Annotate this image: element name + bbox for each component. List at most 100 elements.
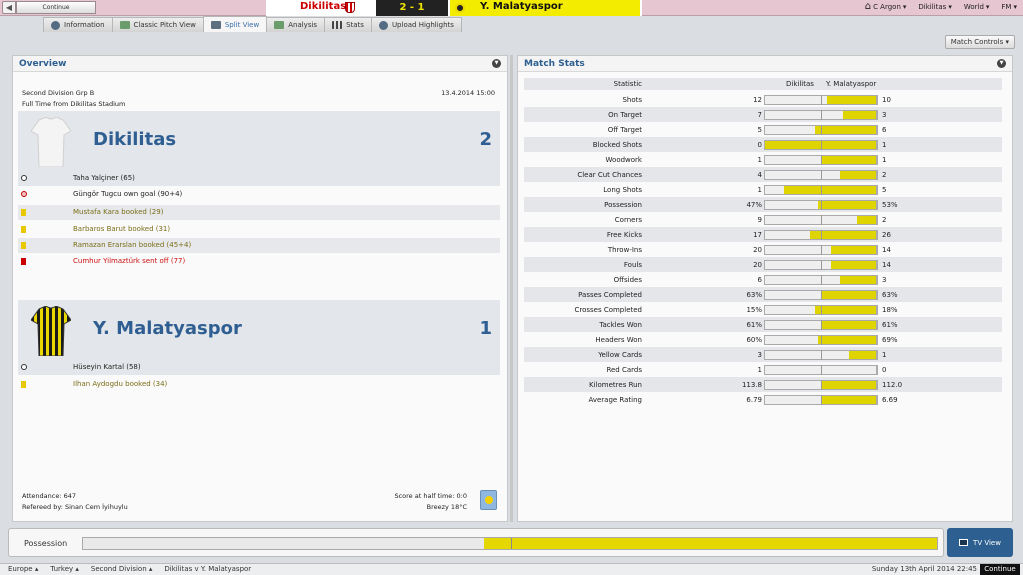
stat-away-value: 3 [882,276,887,284]
stat-row: Red Cards 1 0 [524,362,1002,377]
stat-bar [764,365,878,375]
crumb-europe[interactable]: Europe ▴ [8,565,38,573]
tab-information[interactable]: Information [43,17,113,32]
stat-home-value: 0 [757,141,762,149]
tab-split-view[interactable]: Split View [202,16,268,32]
stat-bar [764,125,878,135]
stat-bar [764,110,878,120]
stat-row: Corners 9 2 [524,212,1002,227]
stat-bar-away-fill [831,246,877,254]
stat-away-value: 112.0 [882,381,903,389]
stat-away-value: 14 [882,261,891,269]
stat-home-value: 9 [757,216,762,224]
stat-bar-midline [821,245,822,255]
stat-bar [764,215,878,225]
stat-label: Fouls [623,261,642,269]
stat-home-value: 20 [753,246,762,254]
stat-row: Throw-Ins 20 14 [524,242,1002,257]
stat-row: Free Kicks 17 26 [524,227,1002,242]
stat-bar-midline [821,125,822,135]
stat-row: Kilometres Run 113.8 112.0 [524,377,1002,392]
tab-stats[interactable]: Stats [324,17,372,32]
stat-bar [764,230,878,240]
stat-label: Corners [614,216,642,224]
yellow-card-icon [21,381,26,388]
stat-label: Yellow Cards [598,351,642,359]
weather-icon [480,490,497,510]
event-row: Cumhur Yilmaztürk sent off (77) [18,254,500,269]
possession-label: Possession [24,539,68,548]
overview-panel: Overview ▼ Second Division Grp B 13.4.20… [12,55,508,522]
stat-home-value: 6 [757,276,762,284]
possession-track [82,537,938,550]
home-shirt-icon [31,117,71,167]
stat-label: Possession [604,201,642,209]
away-goals: 1 [479,318,492,339]
stat-row: Headers Won 60% 69% [524,332,1002,347]
stat-row: Fouls 20 14 [524,257,1002,272]
crumb-turkey[interactable]: Turkey ▴ [50,565,79,573]
nav-fm[interactable]: FM ▾ [1001,3,1017,11]
event-row: Ramazan Erarslan booked (45+4) [18,238,500,253]
stat-home-value: 113.8 [741,381,762,389]
stat-home-value: 1 [757,186,762,194]
stat-label: Crosses Completed [574,306,642,314]
tab-upload-highlights[interactable]: Upload Highlights [370,17,462,32]
match-stats-panel: Match Stats ▼ Statistic Dikilitas Y. Mal… [517,55,1013,522]
stat-label: Throw-Ins [607,246,642,254]
panel-menu-icon[interactable]: ▼ [997,59,1006,68]
crumb-division[interactable]: Second Division ▴ [91,565,152,573]
col-away: Y. Malatyaspor [826,80,877,88]
stat-bar-away-fill [876,366,877,374]
event-row: Barbaros Barut booked (31) [18,222,500,237]
tab-analysis[interactable]: Analysis [266,17,326,32]
continue-button[interactable]: Continue [16,1,96,14]
continue-button-bottom[interactable]: Continue [980,564,1020,575]
stat-home-value: 63% [746,291,762,299]
back-button[interactable]: ◀ [2,1,16,14]
stat-label: On Target [608,111,642,119]
stat-home-value: 20 [753,261,762,269]
breadcrumb: Europe ▴ Turkey ▴ Second Division ▴ Diki… [8,565,251,573]
stats-table-header: Statistic Dikilitas Y. Malatyaspor [524,78,1002,90]
stat-home-value: 60% [746,336,762,344]
col-statistic: Statistic [613,80,642,88]
stat-home-value: 4 [757,171,762,179]
nav-manager[interactable]: ⌂ C Argon ▾ [865,2,907,12]
home-team-title: Dikilitas [93,129,177,150]
stat-away-value: 53% [882,201,898,209]
stat-bar-away-fill [821,291,877,299]
stat-bar-away-fill [840,276,877,284]
stat-away-value: 1 [882,156,887,164]
event-row: Taha Yalçiner (65) [18,171,500,186]
match-controls-button[interactable]: Match Controls ▾ [944,35,1015,49]
stat-bar-away-fill [817,336,877,344]
stat-away-value: 18% [882,306,898,314]
match-date: 13.4.2014 15:00 [441,89,495,97]
stat-bar-midline [821,350,822,360]
stat-home-value: 6.79 [746,396,762,404]
event-row: Mustafa Kara booked (29) [18,205,500,220]
chevron-left-icon: ◀ [5,3,13,12]
event-row: Hüseyin Kartal (58) [18,360,500,375]
tv-icon [959,539,969,546]
stat-bar-midline [821,170,822,180]
split-view-icon [210,20,221,29]
crumb-match[interactable]: Dikilitas v Y. Malatyaspor [164,565,251,573]
stat-label: Long Shots [603,186,642,194]
stat-bar-midline [821,380,822,390]
stat-away-value: 0 [882,366,887,374]
nav-world[interactable]: World ▾ [964,3,990,11]
stat-bar [764,380,878,390]
stat-home-value: 5 [757,126,762,134]
stat-home-value: 12 [753,96,762,104]
tab-classic-pitch-view[interactable]: Classic Pitch View [111,17,204,32]
event-row: Ilhan Aydogdu booked (34) [18,377,500,392]
tv-view-button[interactable]: TV View [947,528,1013,557]
stat-bar [764,95,878,105]
nav-club[interactable]: Dikilitas ▾ [918,3,951,11]
top-bar: ◀ Continue Dikilitas 2 - 1 Y. Malatyaspo… [0,0,1023,16]
stat-row: Yellow Cards 3 1 [524,347,1002,362]
stat-bar-away-fill [821,156,877,164]
panel-menu-icon[interactable]: ▼ [492,59,501,68]
